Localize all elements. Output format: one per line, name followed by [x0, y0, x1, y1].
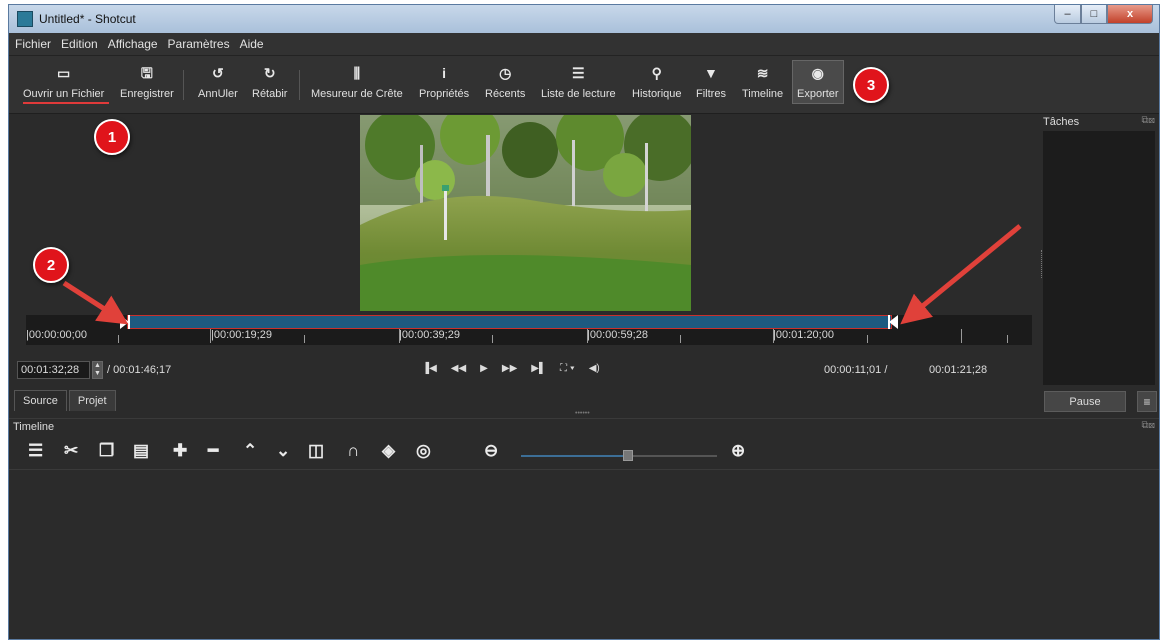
arrow-to-out-point	[900, 224, 1022, 325]
annotation-arrows	[62, 224, 1022, 325]
annotation-badge-2: 2	[33, 247, 69, 283]
annotation-badge-1: 1	[94, 119, 130, 155]
arrow-to-in-point	[62, 280, 129, 325]
annotation-badge-3: 3	[853, 67, 889, 103]
